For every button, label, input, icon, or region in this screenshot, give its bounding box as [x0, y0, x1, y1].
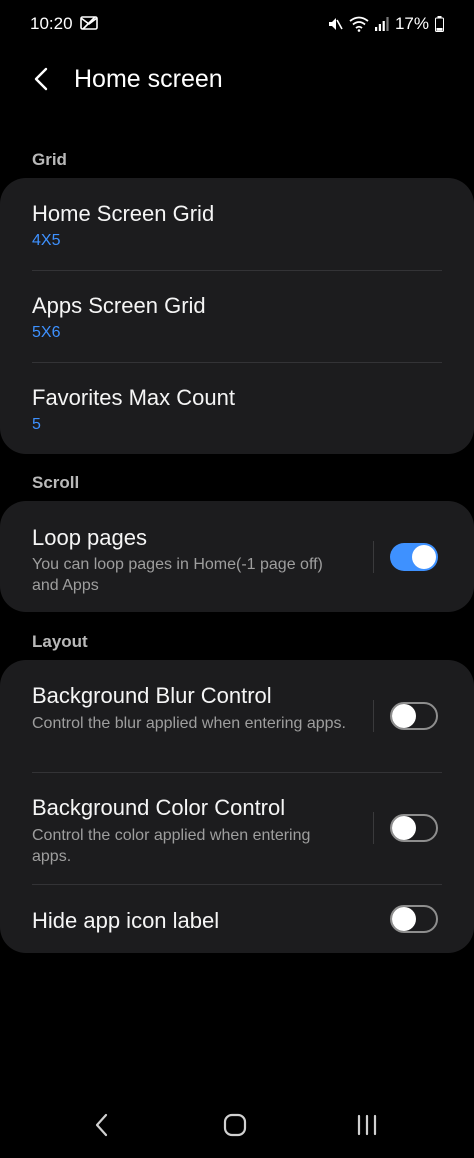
loop-pages-toggle[interactable]: [390, 543, 438, 571]
status-bar: 10:20 17%: [0, 0, 474, 50]
nav-back-icon[interactable]: [90, 1112, 114, 1138]
toggle-knob: [392, 816, 416, 840]
row-value: 5: [32, 416, 41, 433]
nav-home-icon[interactable]: [222, 1112, 248, 1138]
scroll-card: Loop pages You can loop pages in Home(-1…: [0, 501, 474, 612]
favorites-max-count-item[interactable]: Favorites Max Count 5: [0, 362, 474, 454]
row-subtitle: Control the blur applied when entering a…: [32, 715, 346, 732]
navigation-bar: [0, 1098, 474, 1158]
signal-icon: [374, 17, 389, 31]
toggle-knob: [392, 907, 416, 931]
row-title: Background Blur Control: [32, 683, 272, 708]
row-title: Home Screen Grid: [32, 201, 215, 226]
battery-icon: [435, 16, 444, 32]
loop-pages-item[interactable]: Loop pages You can loop pages in Home(-1…: [0, 501, 474, 612]
section-label-grid: Grid: [32, 150, 67, 169]
toggle-knob: [412, 545, 436, 569]
status-time: 10:20: [30, 14, 73, 33]
back-arrow-icon[interactable]: [28, 64, 58, 94]
separator: [373, 700, 374, 732]
top-bar: Home screen: [0, 54, 474, 106]
row-title: Favorites Max Count: [32, 385, 235, 410]
row-value: 4X5: [32, 232, 61, 249]
background-color-control-item[interactable]: Background Color Control Control the col…: [0, 772, 474, 884]
row-title: Background Color Control: [32, 795, 286, 820]
background-blur-toggle[interactable]: [390, 702, 438, 730]
page-title: Home screen: [74, 65, 223, 93]
nav-recents-icon[interactable]: [354, 1112, 380, 1138]
vibrate-off-icon: [80, 16, 98, 30]
layout-card: Background Blur Control Control the blur…: [0, 660, 474, 953]
row-subtitle: Control the color applied when entering …: [32, 827, 311, 865]
apps-screen-grid-item[interactable]: Apps Screen Grid 5X6: [0, 270, 474, 362]
separator: [373, 812, 374, 844]
row-value: 5X6: [32, 324, 61, 341]
home-screen-grid-item[interactable]: Home Screen Grid 4X5: [0, 178, 474, 270]
row-subtitle: You can loop pages in Home(-1 page off) …: [32, 556, 323, 594]
wifi-icon: [349, 16, 369, 32]
separator: [373, 541, 374, 573]
row-title: Hide app icon label: [32, 908, 220, 933]
row-title: Apps Screen Grid: [32, 293, 206, 318]
background-color-toggle[interactable]: [390, 814, 438, 842]
background-blur-control-item[interactable]: Background Blur Control Control the blur…: [0, 660, 474, 772]
section-label-scroll: Scroll: [32, 473, 80, 492]
row-title: Loop pages: [32, 525, 147, 550]
grid-card: Home Screen Grid 4X5 Apps Screen Grid 5X…: [0, 178, 474, 454]
section-label-layout: Layout: [32, 632, 88, 651]
battery-percent: 17%: [394, 14, 429, 33]
mute-icon: [328, 18, 343, 30]
hide-app-icon-label-toggle[interactable]: [390, 905, 438, 933]
hide-app-icon-label-item[interactable]: Hide app icon label: [0, 884, 474, 953]
toggle-knob: [392, 704, 416, 728]
